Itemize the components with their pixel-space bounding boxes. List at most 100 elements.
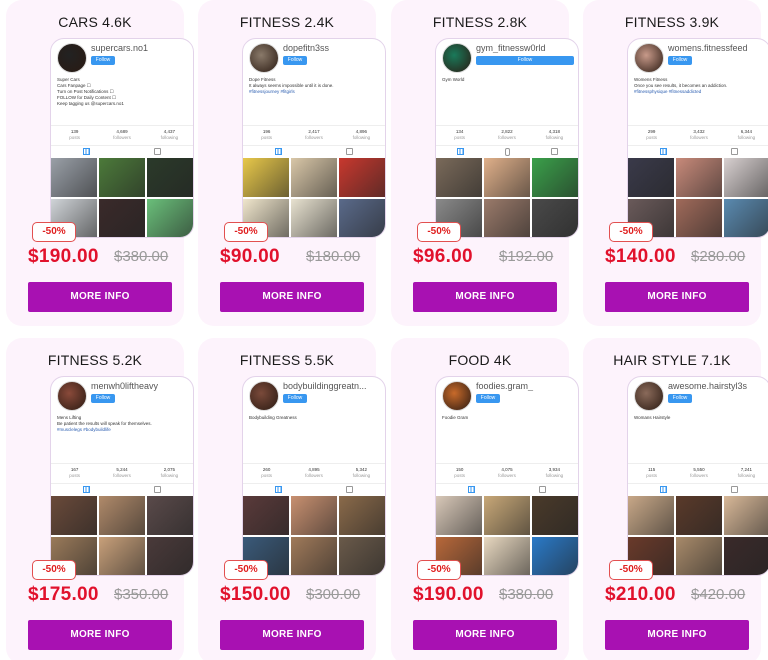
tagged-icon[interactable]	[346, 486, 353, 493]
tagged-icon[interactable]	[550, 148, 558, 155]
post-thumbnail[interactable]	[243, 496, 289, 535]
more-info-button[interactable]: MORE INFO	[413, 282, 557, 312]
post-thumbnail[interactable]	[676, 158, 722, 197]
more-info-button[interactable]: MORE INFO	[28, 620, 172, 650]
post-thumbnail[interactable]	[676, 496, 722, 535]
profile-stat: 4,689 followers	[98, 126, 145, 145]
post-thumbnail[interactable]	[532, 496, 578, 535]
post-thumbnail[interactable]	[147, 158, 193, 197]
discount-badge: -50%	[609, 222, 653, 242]
tagged-icon[interactable]	[154, 486, 161, 493]
sale-price: $96.00	[413, 246, 473, 267]
post-thumbnail[interactable]	[724, 536, 768, 575]
grid-icon[interactable]	[83, 148, 90, 155]
sale-price: $175.00	[28, 584, 99, 605]
post-thumbnail[interactable]	[484, 536, 530, 575]
tagged-icon[interactable]	[346, 148, 353, 155]
stat-label: posts	[69, 135, 81, 140]
stat-label: following	[545, 473, 564, 478]
stat-label: posts	[69, 473, 81, 478]
post-thumbnail[interactable]	[339, 158, 385, 197]
post-thumbnail[interactable]	[532, 158, 578, 197]
igtv-icon[interactable]	[504, 147, 510, 156]
tagged-icon[interactable]	[539, 486, 546, 493]
sale-price: $150.00	[220, 584, 291, 605]
listing-card: FITNESS 2.4K dopefitn3ss Follow Dope Fit…	[198, 0, 386, 326]
more-info-button[interactable]: MORE INFO	[605, 620, 749, 650]
post-thumbnail[interactable]	[484, 496, 530, 535]
follow-button[interactable]: Follow	[476, 56, 574, 65]
bio-line: Womans Hairstyle	[634, 415, 671, 420]
post-thumbnail[interactable]	[532, 536, 578, 575]
post-thumbnail[interactable]	[291, 536, 337, 575]
grid-icon[interactable]	[660, 486, 667, 493]
original-price: $300.00	[306, 586, 361, 603]
post-thumbnail[interactable]	[99, 198, 145, 237]
stat-label: following	[160, 473, 179, 478]
tagged-icon[interactable]	[731, 148, 738, 155]
tagged-icon[interactable]	[731, 486, 738, 493]
post-thumbnail[interactable]	[339, 536, 385, 575]
tagged-icon[interactable]	[154, 148, 161, 155]
grid-icon[interactable]	[83, 486, 90, 493]
more-info-button[interactable]: MORE INFO	[605, 282, 749, 312]
discount-badge: -50%	[32, 560, 76, 580]
post-thumbnail[interactable]	[628, 496, 674, 535]
profile-username: menwh0liftheavy	[91, 381, 159, 391]
profile-stat: 3,934 following	[531, 464, 578, 483]
stat-label: following	[352, 135, 371, 140]
post-thumbnail[interactable]	[484, 198, 530, 237]
post-thumbnail[interactable]	[484, 158, 530, 197]
follow-button[interactable]: Follow	[283, 56, 307, 65]
avatar	[249, 43, 279, 73]
profile-bio: Womans Hairstyle	[634, 415, 766, 421]
follow-button[interactable]: Follow	[476, 394, 500, 403]
post-thumbnail[interactable]	[243, 158, 289, 197]
stat-label: following	[545, 135, 564, 140]
follow-button[interactable]: Follow	[91, 56, 115, 65]
post-thumbnail[interactable]	[532, 198, 578, 237]
more-info-button[interactable]: MORE INFO	[220, 620, 364, 650]
post-thumbnail[interactable]	[436, 158, 482, 197]
post-thumbnail[interactable]	[436, 496, 482, 535]
post-thumbnail[interactable]	[99, 496, 145, 535]
post-thumbnail[interactable]	[99, 536, 145, 575]
grid-icon[interactable]	[456, 148, 464, 155]
grid-icon[interactable]	[468, 486, 475, 493]
post-thumbnail[interactable]	[291, 496, 337, 535]
original-price: $350.00	[114, 586, 169, 603]
post-thumbnail[interactable]	[291, 158, 337, 197]
discount-badge: -50%	[417, 222, 461, 242]
more-info-button[interactable]: MORE INFO	[220, 282, 364, 312]
follow-button[interactable]: Follow	[91, 394, 115, 403]
post-thumbnail[interactable]	[147, 536, 193, 575]
post-thumbnail[interactable]	[628, 158, 674, 197]
post-thumbnail[interactable]	[724, 198, 768, 237]
original-price: $192.00	[499, 248, 554, 265]
grid-icon[interactable]	[275, 148, 282, 155]
more-info-button[interactable]: MORE INFO	[28, 282, 172, 312]
post-thumbnail[interactable]	[676, 536, 722, 575]
stat-label: following	[352, 473, 371, 478]
profile-stats: 299 posts 3,432 followers 6,344 followin…	[628, 125, 768, 145]
profile-tabbar	[628, 483, 768, 495]
more-info-button[interactable]: MORE INFO	[413, 620, 557, 650]
discount-badge: -50%	[224, 560, 268, 580]
post-thumbnail[interactable]	[51, 158, 97, 197]
post-thumbnail[interactable]	[51, 496, 97, 535]
follow-button[interactable]: Follow	[668, 56, 692, 65]
post-thumbnail[interactable]	[724, 158, 768, 197]
post-thumbnail[interactable]	[339, 198, 385, 237]
post-thumbnail[interactable]	[99, 158, 145, 197]
post-thumbnail[interactable]	[147, 198, 193, 237]
follow-button[interactable]: Follow	[283, 394, 307, 403]
post-thumbnail[interactable]	[724, 496, 768, 535]
grid-icon[interactable]	[660, 148, 667, 155]
post-thumbnail[interactable]	[339, 496, 385, 535]
follow-button[interactable]: Follow	[668, 394, 692, 403]
post-thumbnail[interactable]	[291, 198, 337, 237]
post-thumbnail[interactable]	[676, 198, 722, 237]
grid-icon[interactable]	[275, 486, 282, 493]
post-thumbnail[interactable]	[147, 496, 193, 535]
profile-username: dopefitn3ss	[283, 43, 330, 53]
